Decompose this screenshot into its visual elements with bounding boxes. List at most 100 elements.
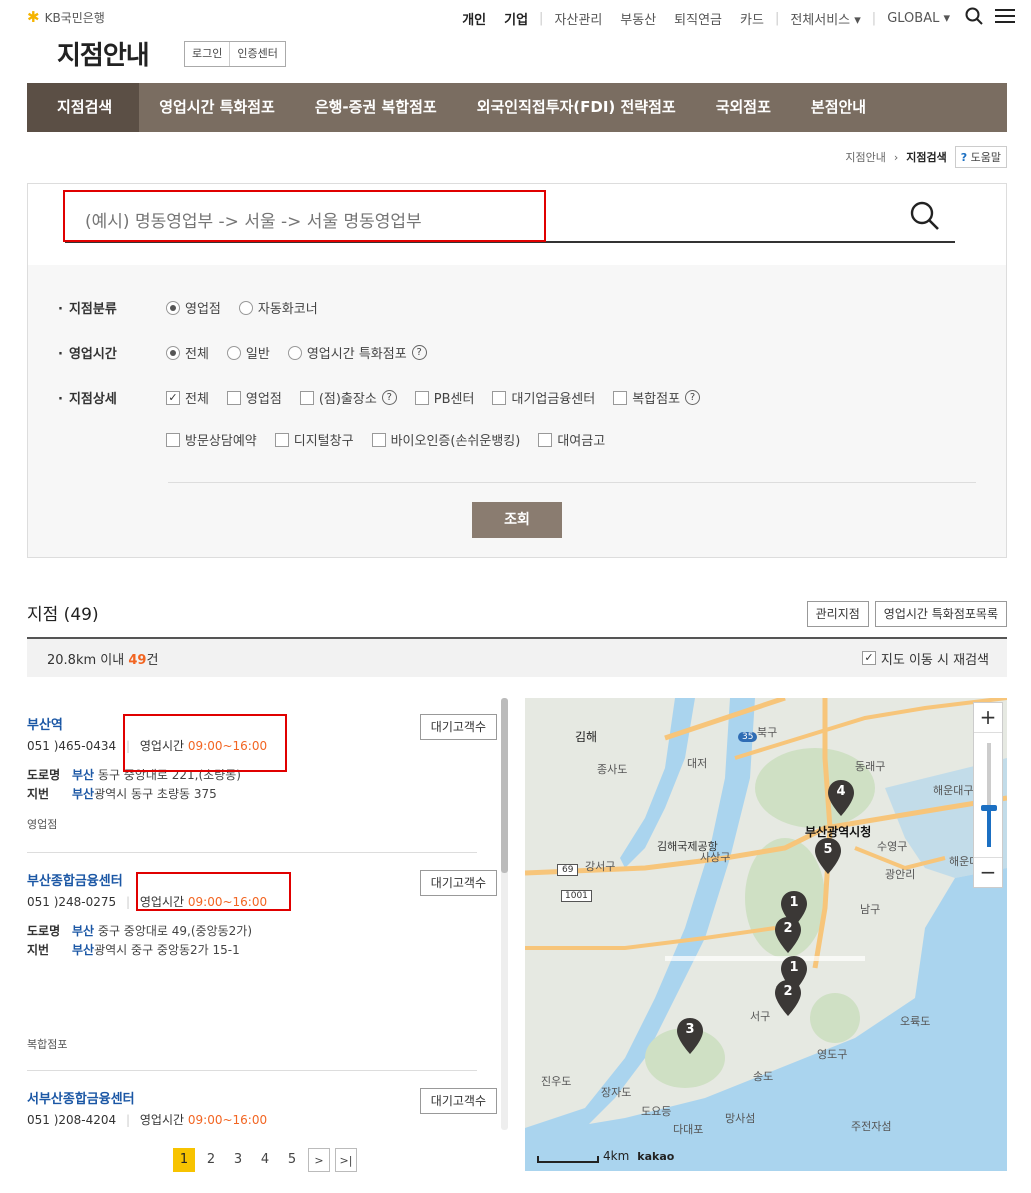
checkbox[interactable] (414, 390, 429, 405)
checkbox[interactable] (226, 390, 241, 405)
radio-checked[interactable] (166, 345, 180, 360)
detail-bio-option[interactable]: 바이오인증(손쉬운뱅킹) (371, 430, 520, 449)
map-marker[interactable]: 2 (775, 917, 801, 957)
radio-checked[interactable] (166, 300, 180, 315)
nav-realestate[interactable]: 부동산 (611, 9, 665, 28)
wait-count-button[interactable]: 대기고객수 (419, 870, 497, 896)
search-submit-icon[interactable] (910, 201, 940, 231)
highlight-box (63, 190, 546, 242)
map-marker[interactable]: 3 (677, 1018, 703, 1058)
scrollbar-thumb[interactable] (501, 698, 508, 873)
map-marker[interactable]: 5 (815, 838, 841, 878)
page-2[interactable]: 2 (200, 1148, 222, 1172)
branch-name[interactable]: 서부산종합금융센터 (27, 1088, 477, 1107)
detail-corp-option[interactable]: 대기업금융센터 (492, 388, 595, 407)
detail-visit-option[interactable]: 방문상담예약 (166, 430, 257, 449)
zoom-in-button[interactable]: + (974, 703, 1002, 733)
main-menu: 지점검색 영업시간 특화점포 은행-증권 복합점포 외국인직접투자(FDI) 전… (27, 83, 1007, 132)
wait-count-button[interactable]: 대기고객수 (419, 1088, 497, 1114)
count-suffix: 건 (146, 652, 159, 668)
zoom-slider-handle[interactable] (981, 805, 997, 811)
page-5[interactable]: 5 (281, 1148, 303, 1172)
menu-overseas[interactable]: 국외점포 (696, 83, 791, 132)
hours-normal-option[interactable]: 일반 (226, 343, 270, 362)
nav-business[interactable]: 기업 (495, 9, 537, 28)
map-marker[interactable]: 4 (828, 780, 854, 820)
search-icon[interactable] (959, 7, 989, 30)
detail-safe-option[interactable]: 대여금고 (538, 430, 605, 449)
page-3[interactable]: 3 (227, 1148, 249, 1172)
nav-all-services[interactable]: 전체서비스 ▾ (781, 9, 869, 28)
detail-office-option[interactable]: (점)출장소? (299, 388, 397, 407)
last-page-button[interactable]: >| (335, 1148, 357, 1172)
checkbox[interactable] (274, 432, 289, 447)
map-marker[interactable]: 2 (775, 980, 801, 1020)
question-circle-icon[interactable]: ? (411, 345, 427, 360)
menu-branch-search[interactable]: 지점검색 (27, 83, 140, 132)
radio-unchecked[interactable] (238, 300, 253, 315)
checkbox[interactable] (299, 390, 314, 405)
checkbox[interactable] (538, 432, 553, 447)
option-label: 영업점 (245, 392, 282, 407)
road-label: 도로명 (27, 924, 61, 938)
menu-headquarters[interactable]: 본점안내 (791, 83, 886, 132)
page-4[interactable]: 4 (254, 1148, 276, 1172)
checkbox-checked[interactable]: ✓ (861, 651, 876, 665)
branch-item[interactable]: 서부산종합금융센터 051 )208-4204 | 영업시간 09:00~16:… (27, 1088, 477, 1128)
hours-special-option[interactable]: 영업시간 특화점포? (287, 343, 427, 362)
branch-map[interactable]: 김해 부산광역시청 김해국제공항 사상구 강서구 남구 서구 중구 영도구 수영… (525, 698, 1007, 1171)
question-circle-icon[interactable]: ? (381, 390, 397, 405)
nav-personal[interactable]: 개인 (453, 9, 495, 28)
nav-pension[interactable]: 퇴직연금 (665, 9, 731, 28)
map-label: 서구 (750, 1010, 771, 1023)
question-circle-icon[interactable]: ? (685, 390, 701, 405)
research-toggle[interactable]: ✓ 지도 이동 시 재검색 (861, 649, 989, 668)
road-address: 중구 중앙대로 49,(중앙동2가) (94, 924, 253, 938)
map-label: 해운대구 (933, 784, 974, 797)
radio-unchecked[interactable] (287, 345, 302, 360)
hamburger-menu-icon[interactable] (989, 8, 1021, 29)
help-label: 도움말 (970, 151, 1001, 164)
type-atm-option[interactable]: 자동화코너 (238, 298, 318, 317)
manage-branch-button[interactable]: 관리지점 (806, 601, 869, 627)
checkbox[interactable] (492, 390, 507, 405)
map-label: 남구 (860, 903, 881, 916)
menu-special-hours[interactable]: 영업시간 특화점포 (139, 83, 295, 132)
nav-wealth[interactable]: 자산관리 (545, 9, 611, 28)
checkbox[interactable] (371, 432, 386, 447)
breadcrumb-parent[interactable]: 지점안내 (845, 149, 885, 165)
type-branch-option[interactable]: 영업점 (166, 298, 221, 317)
page-1[interactable]: 1 (173, 1148, 195, 1172)
help-button[interactable]: ? 도움말 (954, 146, 1007, 168)
login-button[interactable]: 로그인 (185, 42, 231, 66)
menu-fdi[interactable]: 외국인직접투자(FDI) 전략점포 (457, 83, 696, 132)
radio-unchecked[interactable] (226, 345, 241, 360)
checkbox[interactable] (613, 390, 628, 405)
detail-digital-option[interactable]: 디지털창구 (274, 430, 354, 449)
menu-bank-securities[interactable]: 은행-증권 복합점포 (295, 83, 457, 132)
detail-complex-option[interactable]: 복합점포? (613, 388, 701, 407)
query-button[interactable]: 조회 (472, 502, 562, 538)
detail-pb-option[interactable]: PB센터 (414, 388, 474, 407)
item-divider (27, 852, 477, 853)
special-hours-list-button[interactable]: 영업시간 특화점포목록 (874, 601, 1007, 627)
nav-card[interactable]: 카드 (731, 9, 773, 28)
zoom-out-button[interactable]: − (974, 857, 1002, 887)
map-label: 김해 (575, 730, 598, 744)
detail-branch-option[interactable]: 영업점 (226, 388, 282, 407)
next-page-button[interactable]: > (308, 1148, 330, 1172)
breadcrumb-current: 지점검색 (906, 151, 947, 164)
kb-logo[interactable]: ✱ KB국민은행 (27, 8, 105, 26)
nav-global[interactable]: GLOBAL ▾ (878, 11, 959, 26)
checkbox[interactable] (166, 432, 180, 447)
cert-center-button[interactable]: 인증센터 (230, 42, 284, 66)
map-label: 도요등 (641, 1105, 672, 1118)
wait-count-button[interactable]: 대기고객수 (419, 714, 497, 740)
list-scrollbar[interactable] (501, 698, 508, 1130)
detail-all-option[interactable]: ✓ 전체 (166, 388, 209, 407)
checkbox-checked[interactable]: ✓ (166, 390, 180, 405)
map-label: 강서구 (585, 860, 616, 873)
hours-all-option[interactable]: 전체 (166, 343, 209, 362)
filter-divider (168, 482, 976, 483)
option-label: 방문상담예약 (185, 434, 257, 449)
